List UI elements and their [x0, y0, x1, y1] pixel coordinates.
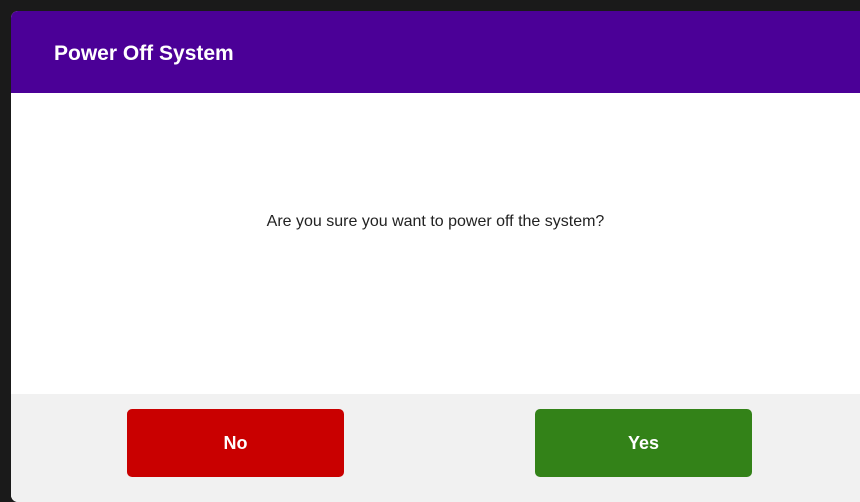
no-button[interactable]: No — [127, 409, 344, 477]
dialog-title: Power Off System — [54, 42, 234, 65]
yes-button[interactable]: Yes — [535, 409, 752, 477]
confirmation-message: Are you sure you want to power off the s… — [266, 213, 605, 230]
dialog-header: Power Off System — [11, 11, 860, 93]
window-frame: Power Off System Are you sure you want t… — [0, 0, 860, 502]
power-off-dialog: Power Off System Are you sure you want t… — [11, 11, 860, 502]
dialog-footer: No Yes — [11, 394, 860, 502]
dialog-body: Are you sure you want to power off the s… — [11, 93, 860, 394]
